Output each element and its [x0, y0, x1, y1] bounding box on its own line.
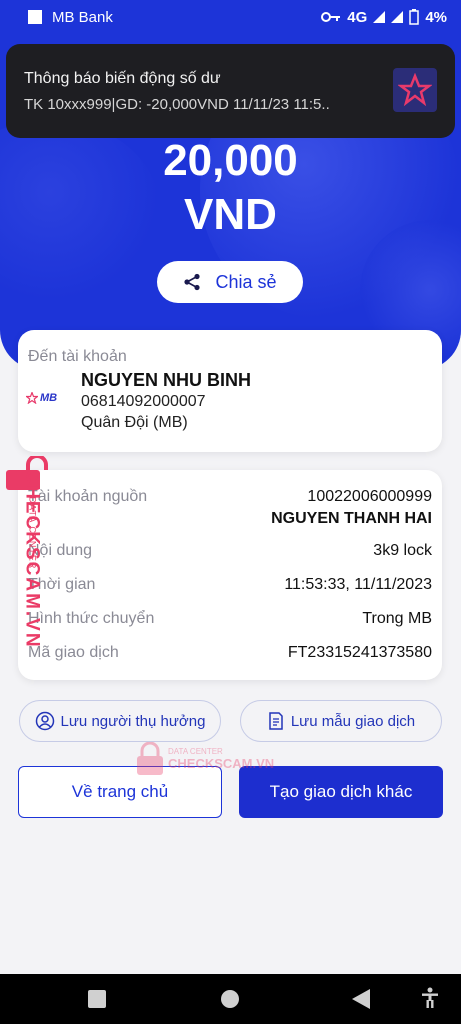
- key-icon: [321, 12, 341, 22]
- signal-icon: [391, 11, 404, 23]
- recents-button[interactable]: [88, 990, 106, 1008]
- back-button[interactable]: [352, 989, 370, 1009]
- status-app-name: MB Bank: [52, 8, 113, 26]
- battery-level: 4%: [425, 8, 447, 26]
- detail-row-source: Tài khoản nguồn 10022006000999: [28, 488, 432, 505]
- recipient-name: NGUYEN NHU BINH: [81, 370, 252, 390]
- recipient-label: Đến tài khoản: [28, 348, 127, 365]
- balance-notification[interactable]: Thông báo biến động số dư TK 10xxx999|GD…: [6, 44, 455, 138]
- mb-logo: MB: [26, 392, 57, 404]
- document-icon: [269, 712, 283, 730]
- detail-row-method: Hình thức chuyển Trong MB: [28, 610, 432, 627]
- recipient-bank: Quân Đội (MB): [81, 414, 188, 431]
- user-circle-icon: [35, 711, 54, 731]
- detail-row-code: Mã giao dịch FT23315241373580: [28, 644, 432, 661]
- accessibility-icon[interactable]: [421, 987, 439, 1009]
- app-icon: [28, 10, 42, 24]
- share-label: Chia sẻ: [215, 271, 277, 292]
- notification-title: Thông báo biến động số dư: [24, 70, 221, 87]
- watermark-center: DATA CENTER CHECKSCAM.VN: [136, 742, 274, 776]
- share-button[interactable]: Chia sẻ: [157, 261, 303, 303]
- recipient-account: 06814092000007: [81, 393, 206, 410]
- transaction-details-card: Tài khoản nguồn 10022006000999 NGUYEN TH…: [18, 470, 442, 680]
- mb-star-icon: [393, 68, 437, 112]
- recipient-card: Đến tài khoản MB NGUYEN NHU BINH 0681409…: [18, 330, 442, 452]
- lock-watermark-icon: [137, 742, 163, 775]
- status-bar: MB Bank 4G 4%: [0, 0, 461, 34]
- detail-row-content: Nội dung 3k9 lock: [28, 542, 432, 559]
- amount-currency: VND: [184, 190, 277, 239]
- home-nav-button[interactable]: [221, 990, 239, 1008]
- save-beneficiary-button[interactable]: Lưu người thụ hưởng: [19, 700, 221, 742]
- system-nav-bar: [0, 974, 461, 1024]
- watermark-sub: DATA CENTER: [27, 496, 38, 570]
- amount-value: 20,000: [163, 136, 298, 185]
- notification-body: TK 10xxx999|GD: -20,000VND 11/11/23 11:5…: [24, 96, 330, 113]
- signal-icon: [373, 11, 386, 23]
- share-icon: [184, 273, 201, 291]
- network-type: 4G: [347, 8, 368, 26]
- mb-star-icon: [26, 392, 38, 404]
- battery-icon: [409, 9, 420, 25]
- detail-row-time: Thời gian 11:53:33, 11/11/2023: [28, 576, 432, 593]
- save-template-button[interactable]: Lưu mẫu giao dịch: [240, 700, 442, 742]
- source-name: NGUYEN THANH HAI: [271, 510, 432, 527]
